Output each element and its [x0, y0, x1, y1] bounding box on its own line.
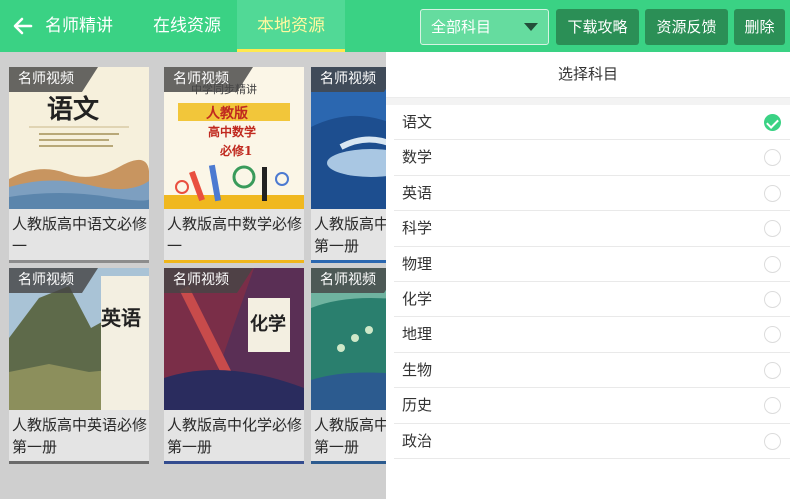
subject-list: 语文数学英语科学物理化学地理生物历史政治	[394, 105, 790, 459]
page-title: 名师精讲	[45, 16, 113, 36]
subject-option-label: 物理	[402, 254, 433, 273]
book-bottom-bar	[311, 260, 386, 263]
subject-option-label: 科学	[402, 219, 433, 238]
drawer-title: 选择科目	[386, 52, 790, 98]
book-title: 人教版高中语文必修一	[12, 215, 148, 255]
book-card[interactable]: 中学同步精讲 人教版 高中数学 必修1 名师视频 人教版高中数学必修一	[164, 67, 304, 263]
cover-subject: 高中数学	[208, 125, 257, 139]
book-bottom-bar	[311, 461, 386, 464]
delete-button[interactable]: 删除	[734, 9, 785, 45]
book-cover: 英语 名师视频	[9, 268, 149, 410]
radio-circle-icon[interactable]	[764, 326, 781, 344]
radio-circle-icon[interactable]	[764, 290, 781, 308]
book-title: 人教版高中化学必修第一册	[167, 416, 303, 456]
book-bottom-bar	[164, 461, 304, 464]
book-grid: 语文 名师视频 人教版高中语文必修一 中学同步精讲 人教版 高中数学 必修1 名	[0, 52, 386, 499]
back-button[interactable]	[8, 11, 38, 41]
book-bottom-bar	[164, 260, 304, 263]
cover-title: 英语	[101, 306, 141, 330]
book-title: 人教版高中物理必修第一册	[314, 215, 386, 255]
subject-option[interactable]: 英语	[394, 176, 790, 212]
subject-option-label: 英语	[402, 183, 433, 202]
arrow-left-icon	[13, 17, 33, 35]
subject-option[interactable]: 地理	[394, 317, 790, 353]
tab-local-resources-label: 本地资源	[257, 16, 325, 36]
subject-option-label: 数学	[402, 148, 433, 167]
book-bottom-bar	[9, 260, 149, 263]
subject-select-value: 全部科目	[431, 18, 492, 36]
teacher-video-badge: 名师视频	[311, 268, 386, 293]
book-card[interactable]: 语文 名师视频 人教版高中语文必修一	[9, 67, 149, 263]
subject-option-label: 语文	[402, 113, 433, 131]
book-cover: 名师视频	[311, 268, 386, 410]
top-bar: 名师精讲 在线资源 本地资源 全部科目 下载攻略 资源反馈 删除	[0, 0, 790, 52]
book-card[interactable]: 英语 名师视频 人教版高中英语必修第一册	[9, 268, 149, 464]
download-guide-button[interactable]: 下载攻略	[556, 9, 639, 45]
resource-feedback-button[interactable]: 资源反馈	[645, 9, 728, 45]
subject-drawer: 选择科目 语文数学英语科学物理化学地理生物历史政治	[386, 52, 790, 499]
cover-edition: 人教版	[206, 106, 248, 122]
radio-circle-icon[interactable]	[764, 361, 781, 379]
subject-option-label: 化学	[402, 289, 433, 308]
book-card[interactable]: 名师视频 人教版高中物理必修第一册	[311, 67, 386, 263]
radio-circle-icon[interactable]	[764, 220, 781, 238]
drawer-divider	[386, 98, 790, 105]
caret-down-icon	[524, 23, 538, 31]
cover-volume: 必修1	[220, 144, 253, 158]
radio-circle-icon[interactable]	[764, 397, 781, 415]
subject-option[interactable]: 语文	[394, 105, 790, 141]
book-cover: 中学同步精讲 人教版 高中数学 必修1 名师视频	[164, 67, 304, 209]
book-cover: 语文 名师视频	[9, 67, 149, 209]
radio-circle-icon[interactable]	[764, 432, 781, 450]
book-cover: 化学 名师视频	[164, 268, 304, 410]
subject-option[interactable]: 政治	[394, 424, 790, 459]
book-card[interactable]: 化学 名师视频 人教版高中化学必修第一册	[164, 268, 304, 464]
subject-option[interactable]: 科学	[394, 211, 790, 247]
check-circle-icon[interactable]	[764, 114, 781, 131]
teacher-video-badge: 名师视频	[311, 67, 386, 92]
subject-option-label: 历史	[402, 396, 433, 415]
cover-title: 语文	[47, 95, 100, 125]
book-title: 人教版高中数学必修一	[167, 215, 303, 255]
book-title: 人教版高中生物必修第一册	[314, 416, 386, 456]
subject-option[interactable]: 生物	[394, 353, 790, 389]
subject-option[interactable]: 数学	[394, 140, 790, 176]
subject-select[interactable]: 全部科目	[420, 9, 549, 45]
radio-circle-icon[interactable]	[764, 255, 781, 273]
tab-online-resources[interactable]: 在线资源	[147, 0, 227, 52]
subject-option[interactable]: 物理	[394, 247, 790, 282]
subject-option-label: 政治	[402, 431, 433, 450]
cover-title: 化学	[250, 314, 286, 335]
radio-circle-icon[interactable]	[764, 184, 781, 202]
subject-option[interactable]: 化学	[394, 282, 790, 318]
subject-option-label: 生物	[402, 360, 433, 379]
subject-option-label: 地理	[402, 325, 433, 344]
book-card[interactable]: 名师视频 人教版高中生物必修第一册	[311, 268, 386, 464]
book-title: 人教版高中英语必修第一册	[12, 416, 148, 456]
tab-local-resources[interactable]: 本地资源	[237, 0, 345, 52]
book-cover: 名师视频	[311, 67, 386, 209]
subject-option[interactable]: 历史	[394, 388, 790, 424]
book-bottom-bar	[9, 461, 149, 464]
radio-circle-icon[interactable]	[764, 149, 781, 167]
